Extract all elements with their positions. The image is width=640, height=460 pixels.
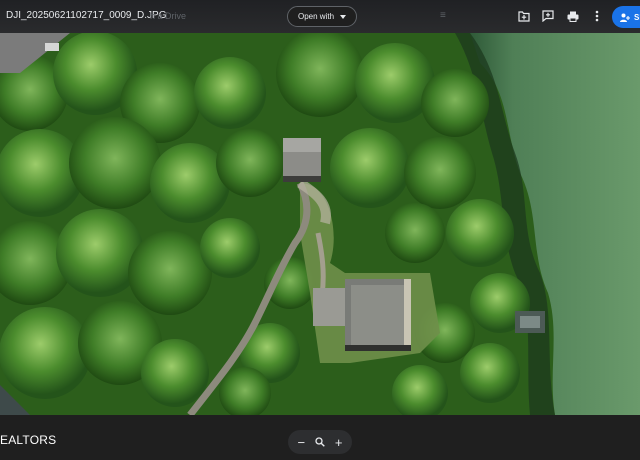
open-with-button[interactable]: Open with: [287, 6, 358, 27]
add-to-drive-icon[interactable]: [517, 9, 531, 23]
zoom-out-button[interactable]: −: [293, 434, 309, 450]
file-name-title: DJI_20250621102717_0009_D.JPG: [6, 10, 167, 21]
open-with-label: Open with: [298, 12, 335, 21]
zoom-controls: − +: [288, 430, 352, 454]
background-realtors-text: EALTORS: [0, 433, 57, 447]
comment-icon[interactable]: [541, 9, 555, 23]
background-menu-icon: ≡: [440, 10, 446, 21]
print-icon[interactable]: [566, 9, 580, 23]
viewer-top-bar: DJI_20250621102717_0009_D.JPG h a Drive …: [0, 0, 640, 33]
aerial-photo: [0, 33, 640, 415]
more-vert-icon[interactable]: [590, 9, 604, 23]
share-icon: [620, 13, 630, 22]
magnify-icon[interactable]: [312, 434, 328, 450]
background-drive-text: h a Drive: [150, 11, 187, 21]
chevron-down-icon: [340, 14, 347, 19]
zoom-in-button[interactable]: +: [331, 434, 347, 450]
share-button[interactable]: Sh: [612, 6, 640, 28]
share-label: Sh: [634, 12, 640, 22]
